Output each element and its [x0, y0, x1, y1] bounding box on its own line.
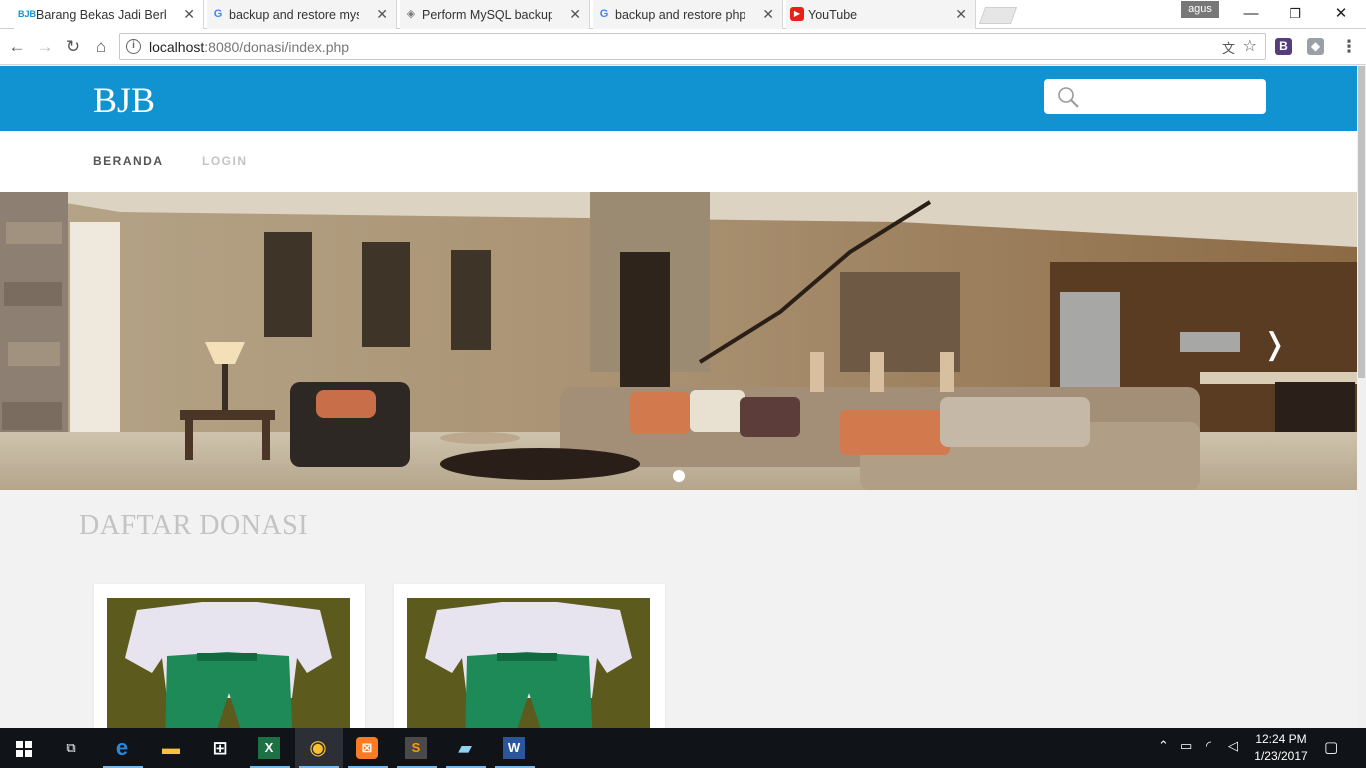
- browser-toolbar: ← → ↻ ⌂ i localhost:8080/donasi/index.ph…: [0, 29, 1366, 65]
- extension-cube-icon[interactable]: ◆: [1307, 38, 1324, 55]
- windows-logo-icon: [16, 741, 32, 757]
- taskbar-xampp[interactable]: ⊠: [344, 728, 392, 768]
- store-icon: ⊞: [212, 738, 228, 758]
- tab-youtube[interactable]: ▶ YouTube ✕: [786, 0, 976, 29]
- xampp-icon: ⊠: [356, 737, 378, 759]
- profile-badge[interactable]: agus: [1181, 1, 1219, 18]
- youtube-favicon-icon: ▶: [790, 7, 804, 21]
- tab-label: backup and restore mysql: [229, 7, 359, 22]
- slider-next-button[interactable]: ❭: [1262, 327, 1287, 362]
- tab-label: backup and restore php: [615, 7, 745, 22]
- start-button[interactable]: [0, 728, 48, 768]
- task-view-icon: ⧉: [66, 740, 76, 755]
- taskbar-sublime-text[interactable]: S: [393, 728, 441, 768]
- tab-label: Perform MySQL backup and: [422, 7, 552, 22]
- donation-card[interactable]: [394, 584, 665, 728]
- info-icon[interactable]: i: [126, 39, 141, 54]
- taskbar-store[interactable]: ⊞: [197, 728, 245, 768]
- search-input[interactable]: [1088, 85, 1258, 107]
- home-icon[interactable]: ⌂: [89, 35, 113, 59]
- close-icon[interactable]: ✕: [376, 6, 388, 23]
- section-title: DAFTAR DONASI: [79, 510, 309, 541]
- uniform-product-image[interactable]: [407, 598, 650, 728]
- taskbar-word[interactable]: W: [491, 728, 539, 768]
- tab-perform-mysql-backup[interactable]: ◈ Perform MySQL backup and ✕: [400, 0, 590, 29]
- notification-icon[interactable]: ▢: [1324, 738, 1338, 756]
- main-menu: BERANDA LOGIN: [0, 131, 1357, 192]
- translate-icon[interactable]: 文: [1222, 38, 1235, 57]
- restore-icon[interactable]: ❐: [1272, 0, 1318, 29]
- tab-backup-restore-php[interactable]: G backup and restore php ✕: [593, 0, 783, 29]
- close-icon[interactable]: ✕: [183, 6, 195, 23]
- taskbar-edge[interactable]: e: [99, 728, 147, 768]
- page-viewport: BJB BERANDA LOGIN ❭ DAFTAR DONASI: [0, 66, 1366, 728]
- excel-icon: X: [258, 737, 280, 759]
- chevron-up-icon[interactable]: ⌃: [1158, 738, 1169, 754]
- edge-icon: e: [115, 735, 129, 760]
- google-favicon-icon: G: [599, 8, 609, 20]
- tab-backup-restore-mysql[interactable]: G backup and restore mysql ✕: [207, 0, 397, 29]
- google-favicon-icon: G: [213, 8, 223, 20]
- folder-icon: ▬: [162, 738, 180, 758]
- close-icon[interactable]: ✕: [955, 6, 967, 23]
- reload-icon[interactable]: ↻: [61, 35, 85, 59]
- close-icon[interactable]: ✕: [569, 6, 581, 23]
- taskbar-chrome[interactable]: ◉: [295, 728, 343, 768]
- menu-item-beranda[interactable]: BERANDA: [93, 154, 164, 168]
- site-search-box[interactable]: [1044, 79, 1266, 114]
- minimize-icon[interactable]: —: [1228, 0, 1274, 29]
- tab-label: Barang Bekas Jadi Berkah: [36, 7, 166, 22]
- site-favicon-icon: ◈: [406, 8, 416, 20]
- url-text[interactable]: localhost:8080/donasi/index.php: [149, 39, 349, 55]
- uniform-product-image[interactable]: [107, 598, 350, 728]
- url-host: localhost: [149, 39, 205, 55]
- tab-label: YouTube: [808, 7, 858, 22]
- bookmark-star-icon[interactable]: ☆: [1243, 36, 1257, 56]
- sublime-text-icon: S: [405, 737, 427, 759]
- system-clock[interactable]: 12:24 PM 1/23/2017: [1251, 731, 1311, 765]
- notepad-icon: ▰: [458, 738, 472, 758]
- clock-time: 12:24 PM: [1255, 732, 1307, 746]
- page-scrollbar[interactable]: [1357, 66, 1366, 728]
- wifi-icon[interactable]: ◜: [1206, 738, 1211, 754]
- site-header: BJB: [0, 66, 1357, 131]
- url-path: :8080/donasi/index.php: [204, 39, 350, 55]
- clock-date: 1/23/2017: [1254, 749, 1308, 763]
- scrollbar-thumb[interactable]: [1358, 66, 1365, 378]
- search-icon: [1058, 87, 1079, 108]
- site-logo[interactable]: BJB: [93, 79, 155, 121]
- menu-item-login[interactable]: LOGIN: [202, 154, 248, 168]
- close-icon[interactable]: ✕: [762, 6, 774, 23]
- back-arrow-icon[interactable]: ←: [5, 35, 29, 59]
- task-view-button[interactable]: ⧉: [48, 728, 96, 768]
- chrome-icon: ◉: [309, 737, 327, 759]
- bjb-favicon-icon: BJB: [18, 9, 37, 19]
- windows-taskbar: ⧉ e ▬ ⊞ X ◉ ⊠ S ▰ W ⌃ ▭ ◜ ◁ 12:24 PM 1/2…: [0, 728, 1366, 768]
- volume-icon[interactable]: ◁: [1228, 738, 1238, 754]
- hero-slider: ❭: [0, 192, 1357, 490]
- chrome-menu-icon[interactable]: ⋮: [1337, 35, 1361, 59]
- donation-card[interactable]: [94, 584, 365, 728]
- taskbar-file-explorer[interactable]: ▬: [148, 728, 196, 768]
- taskbar-excel[interactable]: X: [246, 728, 294, 768]
- browser-tab-strip: BJB Barang Bekas Jadi Berkah ✕ G backup …: [0, 0, 1366, 29]
- bootstrap-extension-icon[interactable]: B: [1275, 38, 1292, 55]
- word-icon: W: [503, 737, 525, 759]
- address-bar[interactable]: i localhost:8080/donasi/index.php 文 ☆: [119, 33, 1266, 60]
- close-window-icon[interactable]: ✕: [1318, 0, 1364, 29]
- slider-indicator-dot[interactable]: [673, 470, 685, 482]
- forward-arrow-icon[interactable]: →: [33, 35, 57, 59]
- tab-barang-bekas[interactable]: BJB Barang Bekas Jadi Berkah ✕: [14, 0, 204, 29]
- battery-icon[interactable]: ▭: [1180, 738, 1192, 754]
- new-tab-button[interactable]: [978, 7, 1018, 24]
- taskbar-notepad[interactable]: ▰: [442, 728, 490, 768]
- living-room-slide-image: [0, 192, 1357, 490]
